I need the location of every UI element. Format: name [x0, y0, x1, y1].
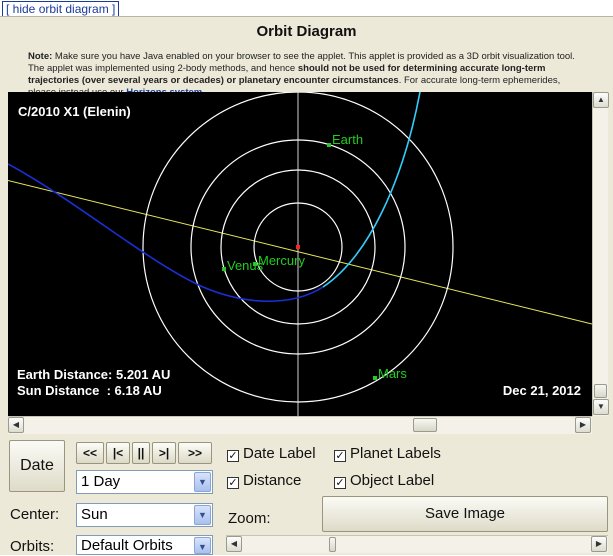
sun-marker — [296, 245, 300, 249]
scroll-left-arrow-icon[interactable]: ◀ — [8, 417, 24, 433]
planet-labels-text: Planet Labels — [350, 445, 441, 462]
diagram-date-label: Dec 21, 2012 — [503, 383, 581, 398]
distance-checkbox[interactable]: ✓ Distance — [227, 472, 301, 490]
date-label-text: Date Label — [243, 445, 316, 462]
step-size-select[interactable]: 1 Day ▼ — [76, 470, 213, 494]
step-back-button[interactable]: |< — [106, 442, 130, 464]
object-label-checkbox[interactable]: ✓ Object Label — [334, 472, 434, 490]
hide-orbit-diagram-link[interactable]: [ hide orbit diagram ] — [2, 1, 120, 17]
zoom-slider[interactable]: ◀ ▶ — [226, 535, 608, 553]
earth-label: Earth — [332, 132, 363, 147]
chevron-down-icon[interactable]: ▼ — [194, 505, 211, 525]
orbit-diagram-svg: Earth Venus Mercury Mars C/2010 X1 (Elen… — [8, 92, 592, 416]
step-size-value: 1 Day — [81, 473, 121, 490]
checkmark-icon[interactable]: ✓ — [334, 450, 346, 462]
orbit-diagram-canvas[interactable]: Earth Venus Mercury Mars C/2010 X1 (Elen… — [8, 92, 592, 416]
orbits-value: Default Orbits — [81, 537, 173, 554]
scroll-up-arrow-icon[interactable]: ▲ — [593, 92, 609, 108]
chevron-down-icon[interactable]: ▼ — [194, 472, 211, 492]
checkmark-icon[interactable]: ✓ — [227, 450, 239, 462]
center-select[interactable]: Sun ▼ — [76, 503, 213, 527]
checkmark-icon[interactable]: ✓ — [334, 477, 346, 489]
scroll-right-arrow-icon[interactable]: ▶ — [575, 417, 591, 433]
zoom-in-arrow-icon[interactable]: ▶ — [591, 536, 607, 552]
mars-label: Mars — [378, 366, 407, 381]
diagram-horizontal-scrollbar[interactable]: ◀ ▶ — [8, 416, 592, 434]
scroll-down-arrow-icon[interactable]: ▼ — [593, 399, 609, 415]
chevron-down-icon[interactable]: ▼ — [194, 537, 211, 554]
mars-marker — [373, 376, 377, 380]
zoom-label: Zoom: — [228, 510, 271, 527]
checkmark-icon[interactable]: ✓ — [227, 477, 239, 489]
earth-marker — [327, 143, 331, 147]
zoom-slider-thumb[interactable] — [329, 537, 336, 552]
earth-distance-label: Earth Distance: 5.201 AU — [17, 367, 170, 382]
venus-marker — [222, 267, 226, 271]
center-value: Sun — [81, 506, 108, 523]
diagram-vertical-scrollbar[interactable]: ▲ ▼ — [592, 92, 609, 416]
orbits-select[interactable]: Default Orbits ▼ — [76, 535, 213, 555]
distance-text: Distance — [243, 472, 302, 489]
planet-labels-checkbox[interactable]: ✓ Planet Labels — [334, 445, 441, 463]
object-label-text: Object Label — [350, 472, 435, 489]
forward-fast-button[interactable]: >> — [178, 442, 212, 464]
date-button[interactable]: Date — [9, 440, 65, 492]
sun-distance-label: Sun Distance : 6.18 AU — [17, 383, 162, 398]
mercury-label: Mercury — [258, 253, 305, 268]
page-title: Orbit Diagram — [256, 23, 357, 40]
center-label: Center: — [10, 506, 60, 523]
vertical-scroll-thumb[interactable] — [594, 384, 607, 398]
rewind-fast-button[interactable]: << — [76, 442, 104, 464]
horizontal-scroll-thumb[interactable] — [413, 418, 437, 432]
pause-button[interactable]: || — [132, 442, 150, 464]
object-name-label: C/2010 X1 (Elenin) — [18, 104, 131, 119]
zoom-out-arrow-icon[interactable]: ◀ — [226, 536, 242, 552]
note-label: Note: — [28, 51, 53, 62]
save-image-button[interactable]: Save Image — [322, 496, 608, 532]
step-forward-button[interactable]: >| — [152, 442, 176, 464]
orbits-label: Orbits: — [10, 538, 55, 555]
date-label-checkbox[interactable]: ✓ Date Label — [227, 445, 316, 463]
